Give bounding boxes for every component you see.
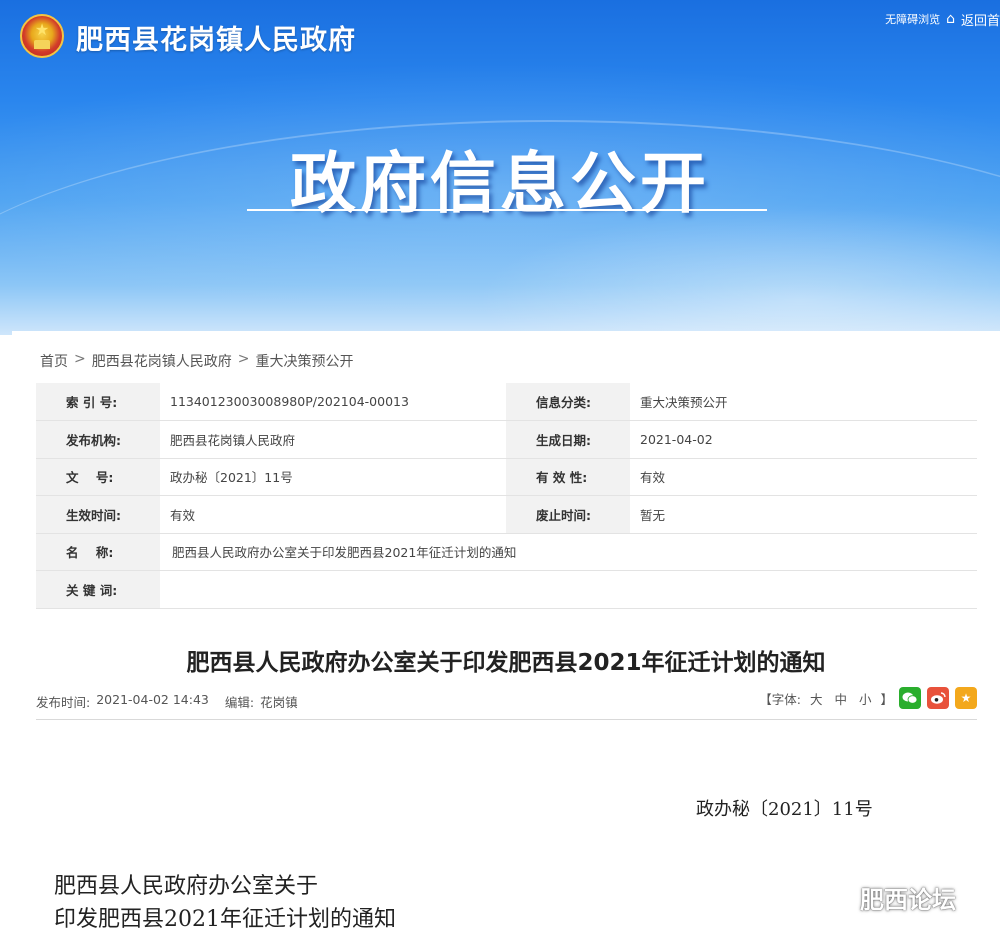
document-number: 政办秘〔2021〕11号 bbox=[696, 799, 873, 820]
document-heading: 肥西县人民政府办公室关于 印发肥西县2021年征迁计划的通知 bbox=[54, 870, 396, 936]
banner-underline bbox=[247, 209, 767, 211]
publish-time-value: 2021-04-02 14:43 bbox=[96, 692, 209, 707]
forum-watermark: 肥西论坛 bbox=[824, 880, 956, 915]
validity-label: 有 效 性: bbox=[506, 458, 630, 496]
content-card: 首页 > 肥西县花岗镇人民政府 > 重大决策预公开 索 引 号: 1134012… bbox=[12, 331, 1000, 941]
table-row: 生效时间: 有效 废止时间: 暂无 bbox=[36, 495, 977, 534]
expiry-time-value: 暂无 bbox=[630, 495, 977, 534]
name-label: 名 称: bbox=[36, 533, 160, 571]
favorite-star-icon[interactable]: ★ bbox=[955, 687, 977, 709]
name-value: 肥西县人民政府办公室关于印发肥西县2021年征迁计划的通知 bbox=[160, 533, 977, 571]
document-heading-line1: 肥西县人民政府办公室关于 bbox=[54, 874, 319, 899]
document-heading-line2: 印发肥西县2021年征迁计划的通知 bbox=[54, 907, 396, 932]
top-links: 无障碍浏览 ⌂ 返回首 bbox=[885, 10, 1000, 29]
table-row: 文 号: 政办秘〔2021〕11号 有 效 性: 有效 bbox=[36, 458, 977, 496]
home-link[interactable]: 返回首 bbox=[961, 10, 1000, 29]
national-emblem-icon: ★ bbox=[20, 14, 64, 58]
table-row: 名 称: 肥西县人民政府办公室关于印发肥西县2021年征迁计划的通知 bbox=[36, 533, 977, 571]
breadcrumb-separator: > bbox=[74, 351, 86, 367]
publish-info-bar: 发布时间: 2021-04-02 14:43 编辑: 花岗镇 【字体: 大 中 … bbox=[36, 686, 977, 720]
doc-number-label: 文 号: bbox=[36, 458, 160, 496]
info-category-label: 信息分类: bbox=[506, 383, 630, 421]
table-row: 索 引 号: 11340123003008980P/202104-00013 信… bbox=[36, 383, 977, 421]
publish-time-label: 发布时间: bbox=[36, 695, 91, 710]
banner-heading: 政府信息公开 bbox=[290, 145, 710, 222]
created-date-value: 2021-04-02 bbox=[630, 420, 977, 459]
font-small-button[interactable]: 小 bbox=[856, 689, 875, 708]
header-banner: ★ 肥西县花岗镇人民政府 无障碍浏览 ⌂ 返回首 政府信息公开 bbox=[0, 0, 1000, 335]
effective-time-label: 生效时间: bbox=[36, 495, 160, 534]
keywords-label: 关 键 词: bbox=[36, 570, 160, 609]
keywords-value bbox=[160, 570, 977, 609]
publisher-label: 发布机构: bbox=[36, 420, 160, 459]
publish-info: 发布时间: 2021-04-02 14:43 编辑: 花岗镇 bbox=[36, 692, 298, 711]
table-row: 发布机构: 肥西县花岗镇人民政府 生成日期: 2021-04-02 bbox=[36, 420, 977, 459]
wechat-watermark-icon bbox=[824, 883, 854, 913]
editor-value: 花岗镇 bbox=[260, 695, 298, 710]
article-title: 肥西县人民政府办公室关于印发肥西县2021年征迁计划的通知 bbox=[186, 650, 826, 676]
table-row: 关 键 词: bbox=[36, 570, 977, 609]
doc-number-value: 政办秘〔2021〕11号 bbox=[160, 458, 506, 496]
weibo-share-icon[interactable] bbox=[927, 687, 949, 709]
accessibility-link[interactable]: 无障碍浏览 bbox=[885, 11, 940, 27]
index-number-value: 11340123003008980P/202104-00013 bbox=[160, 383, 506, 421]
editor-label: 编辑: bbox=[224, 695, 255, 710]
created-date-label: 生成日期: bbox=[506, 420, 630, 459]
effective-time-value: 有效 bbox=[160, 495, 506, 534]
breadcrumb: 首页 > 肥西县花岗镇人民政府 > 重大决策预公开 bbox=[40, 351, 353, 371]
metadata-table: 索 引 号: 11340123003008980P/202104-00013 信… bbox=[36, 383, 977, 609]
wechat-share-icon[interactable] bbox=[899, 687, 921, 709]
index-number-label: 索 引 号: bbox=[36, 383, 160, 421]
font-large-button[interactable]: 大 bbox=[807, 689, 826, 708]
validity-value: 有效 bbox=[630, 458, 977, 496]
breadcrumb-org[interactable]: 肥西县花岗镇人民政府 bbox=[92, 351, 232, 371]
info-category-value: 重大决策预公开 bbox=[630, 383, 977, 421]
watermark-text: 肥西论坛 bbox=[860, 886, 956, 914]
site-title[interactable]: 肥西县花岗镇人民政府 bbox=[76, 18, 356, 57]
font-size-label-close: 】 bbox=[880, 691, 893, 707]
expiry-time-label: 废止时间: bbox=[506, 495, 630, 534]
publisher-value: 肥西县花岗镇人民政府 bbox=[160, 420, 506, 459]
font-size-label: 【字体: bbox=[759, 691, 801, 707]
font-medium-button[interactable]: 中 bbox=[831, 689, 850, 708]
font-and-share-controls: 【字体: 大 中 小 】 ★ bbox=[759, 687, 977, 709]
breadcrumb-category[interactable]: 重大决策预公开 bbox=[255, 351, 353, 371]
home-icon[interactable]: ⌂ bbox=[946, 12, 955, 26]
breadcrumb-separator: > bbox=[237, 351, 250, 367]
breadcrumb-home[interactable]: 首页 bbox=[40, 351, 68, 371]
